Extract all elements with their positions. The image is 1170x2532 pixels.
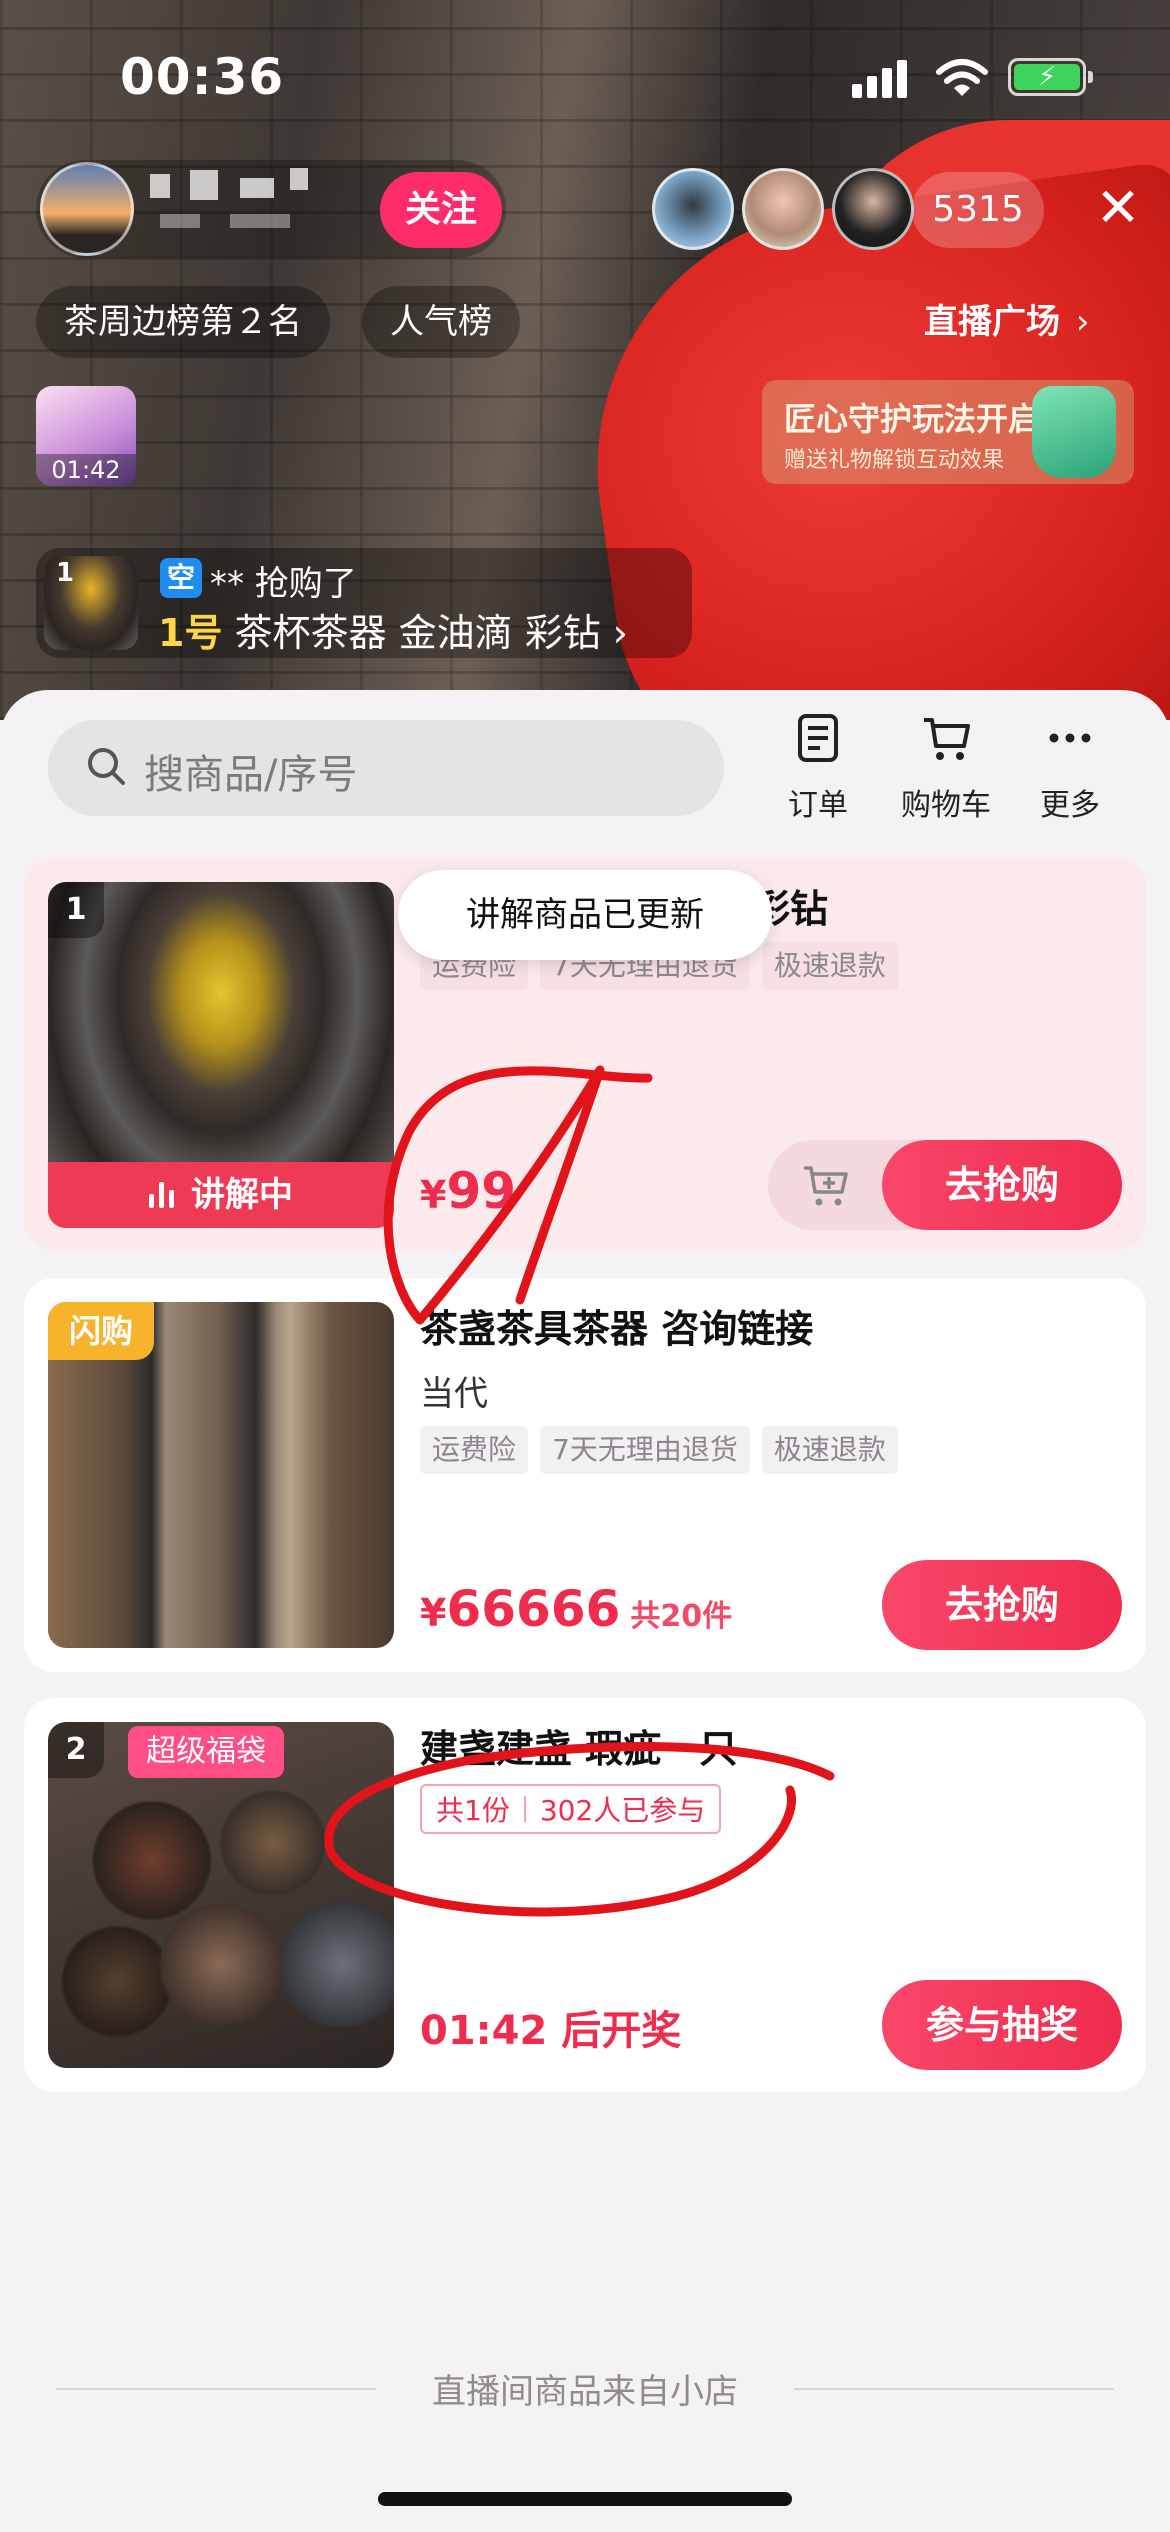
viewer-avatar[interactable] (742, 168, 824, 250)
popularity-badge[interactable]: 人气榜 (362, 286, 520, 358)
host-name-redacted (150, 168, 340, 248)
product-image[interactable]: 1 讲解中 (48, 882, 394, 1228)
live-plaza-link[interactable]: 直播广场 › (924, 286, 1090, 358)
product-price: ¥99 (420, 1162, 517, 1220)
stock-count: 共20件 (630, 1599, 733, 1634)
tag: 极速退款 (761, 1426, 898, 1474)
host-avatar[interactable] (40, 162, 134, 256)
status-time: 00:36 (120, 48, 285, 106)
search-input[interactable]: 搜商品/序号 (48, 720, 724, 816)
live-plaza-label: 直播广场 (924, 302, 1060, 342)
search-icon (88, 748, 125, 785)
banner-title: 匠心守护玩法开启 (784, 400, 1041, 438)
tooltip-explain-updated: 讲解商品已更新 (398, 870, 772, 960)
lottery-total: 共1份 (436, 1794, 510, 1827)
product-image[interactable]: 闪购 (48, 1302, 394, 1648)
orders-button[interactable]: 订单 (758, 712, 878, 824)
viewer-avatar[interactable] (652, 168, 734, 250)
join-lottery-button[interactable]: 参与抽奖 (882, 1980, 1122, 2070)
explaining-badge: 讲解中 (48, 1162, 394, 1228)
rank-badge[interactable]: 茶周边榜第２名 (36, 286, 330, 358)
follow-button[interactable]: 关注 (380, 172, 502, 248)
banner-subtitle: 赠送礼物解锁互动效果 (784, 448, 1005, 473)
product-image[interactable]: 2 超级福袋 (48, 1722, 394, 2068)
wifi-icon (936, 59, 988, 96)
user-badge-icon: 空 (160, 558, 202, 598)
promo-banner[interactable]: 匠心守护玩法开启 赠送礼物解锁互动效果 (762, 380, 1134, 484)
lucky-bag-card[interactable]: 2 超级福袋 建盏建盏 瑕疵一只 共1份 302人已参与 01:42 后开奖 参… (24, 1698, 1146, 2092)
tag: 极速退款 (761, 942, 898, 990)
lottery-countdown: 01:42 后开奖 (420, 2008, 682, 2054)
explaining-label: 讲解中 (191, 1175, 293, 1215)
live-bars-icon (149, 1182, 179, 1208)
tag: 运费险 (420, 1426, 529, 1474)
notice-user-text: ** 抢购了 (210, 564, 357, 604)
order-icon (798, 714, 838, 762)
close-icon[interactable]: ✕ (1088, 178, 1148, 238)
product-subtitle: 当代 (420, 1374, 488, 1414)
purchase-notice[interactable]: 1 空 ** 抢购了 1号 茶杯茶器 金油滴 彩钻 › (36, 548, 692, 658)
trophy-icon (1032, 386, 1116, 478)
service-tags: 运费险 7天无理由退货 极速退款 (420, 1426, 910, 1474)
flash-sale-badge: 闪购 (48, 1302, 154, 1360)
lottery-info: 共1份 302人已参与 (420, 1784, 722, 1834)
product-title: 建盏建盏 瑕疵一只 (420, 1727, 738, 1771)
viewer-count[interactable]: 5315 (912, 172, 1044, 248)
cart-icon (924, 718, 970, 760)
gift-timer: 01:42 (36, 454, 136, 486)
notice-item-line: 1号 茶杯茶器 金油滴 彩钻 › (158, 602, 628, 657)
super-lucky-bag-badge: 超级福袋 (128, 1726, 284, 1778)
add-cart-icon (804, 1166, 848, 1206)
product-card[interactable]: 闪购 茶盏茶具茶器 咨询链接 当代 运费险 7天无理由退货 极速退款 ¥6666… (24, 1278, 1146, 1672)
notice-item-name: 茶杯茶器 金油滴 彩钻 › (234, 611, 628, 655)
cart-button[interactable]: 购物车 (886, 712, 1006, 824)
more-button[interactable]: 更多 (1010, 712, 1130, 824)
product-index: 2 (48, 1722, 104, 1778)
notice-index: 1 (56, 558, 75, 588)
orders-label: 订单 (788, 788, 848, 823)
more-icon (1049, 733, 1091, 743)
product-price: ¥66666 共20件 (420, 1580, 733, 1638)
tag: 7天无理由退货 (540, 1426, 750, 1474)
search-placeholder: 搜商品/序号 (144, 752, 358, 798)
cellular-signal-icon (852, 58, 912, 98)
more-label: 更多 (1040, 788, 1100, 823)
home-indicator[interactable] (378, 2492, 792, 2506)
cart-label: 购物车 (901, 788, 991, 823)
buy-now-button[interactable]: 去抢购 (882, 1560, 1122, 1650)
chevron-right-icon: › (1076, 302, 1090, 342)
footer-note: 直播间商品来自小店 (432, 2372, 738, 2412)
viewer-avatar[interactable] (832, 168, 914, 250)
battery-icon: ⚡ (1008, 58, 1093, 96)
notice-item-number: 1号 (158, 611, 223, 655)
product-title: 茶盏茶具茶器 咨询链接 (420, 1307, 814, 1351)
buy-now-button[interactable]: 去抢购 (882, 1140, 1122, 1230)
lottery-participants: 302人已参与 (539, 1794, 706, 1827)
product-index: 1 (48, 882, 104, 938)
status-bar: 00:36 ⚡ (0, 0, 1170, 150)
